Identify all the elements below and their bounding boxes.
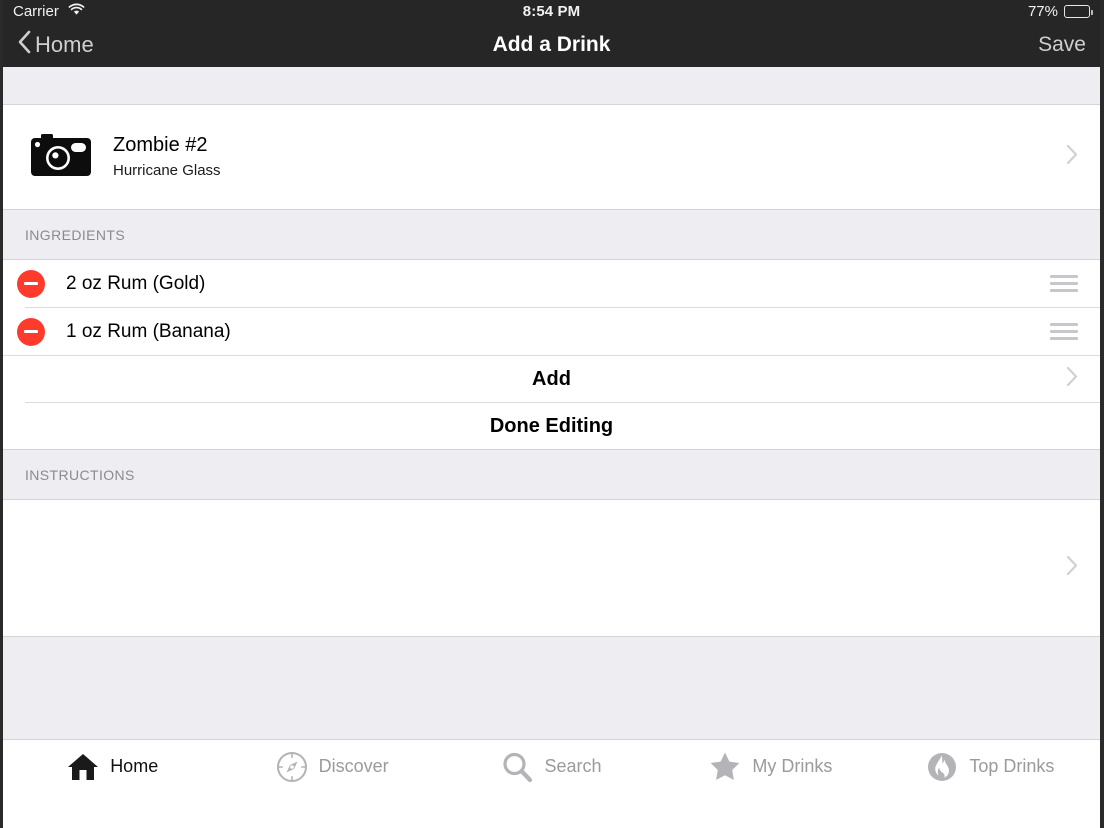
done-editing-button[interactable]: Done Editing: [3, 403, 1100, 449]
tab-home[interactable]: Home: [3, 740, 222, 793]
drink-glass-type: Hurricane Glass: [113, 162, 221, 179]
drink-header-row[interactable]: Zombie #2 Hurricane Glass: [3, 105, 1100, 209]
ingredients-section-header: INGREDIENTS: [3, 209, 1100, 260]
ingredients-section-label: INGREDIENTS: [25, 226, 126, 243]
content-area: Zombie #2 Hurricane Glass INGREDIENTS 2 …: [3, 67, 1100, 740]
chevron-right-icon: [1066, 366, 1078, 392]
status-bar-right: 77%: [1027, 2, 1093, 20]
ingredient-row[interactable]: 1 oz Rum (Banana): [3, 308, 1100, 355]
status-bar: Carrier 8:54 PM 77%: [3, 0, 1100, 22]
star-icon: [709, 751, 741, 782]
chevron-right-icon: [1066, 555, 1078, 581]
tab-discover-label: Discover: [318, 756, 389, 776]
ingredient-row[interactable]: 2 oz Rum (Gold): [3, 260, 1100, 307]
reorder-handle-icon[interactable]: [1050, 275, 1078, 292]
tab-bar: Home Discover Search My Drinks Top Drink…: [3, 740, 1100, 793]
instructions-section-header: INSTRUCTIONS: [3, 449, 1100, 500]
bottom-spacer-band: [3, 637, 1100, 740]
app-screen: Carrier 8:54 PM 77% Home Add a Drink Sav…: [0, 0, 1104, 828]
drink-name: Zombie #2: [113, 134, 208, 156]
tab-top-drinks-label: Top Drinks: [969, 756, 1055, 776]
compass-icon: [276, 751, 308, 783]
ingredient-label: 2 oz Rum (Gold): [66, 272, 206, 294]
search-icon: [501, 751, 533, 783]
minus-circle-icon[interactable]: [17, 317, 45, 346]
tab-my-drinks-label: My Drinks: [752, 756, 833, 776]
add-ingredient-button[interactable]: Add: [3, 356, 1100, 402]
chevron-right-icon: [1066, 144, 1078, 170]
reorder-handle-icon[interactable]: [1050, 323, 1078, 340]
chevron-left-icon: [17, 30, 31, 60]
tab-my-drinks[interactable]: My Drinks: [661, 740, 880, 793]
minus-circle-icon[interactable]: [17, 269, 45, 298]
navigation-bar: Home Add a Drink Save: [3, 22, 1100, 67]
carrier-label: Carrier: [13, 2, 59, 20]
home-icon: [67, 752, 99, 781]
status-bar-time: 8:54 PM: [522, 2, 581, 20]
save-button[interactable]: Save: [1038, 33, 1086, 57]
ingredient-label: 1 oz Rum (Banana): [66, 320, 231, 342]
tab-search[interactable]: Search: [442, 740, 661, 793]
instructions-field[interactable]: [3, 500, 1100, 637]
wifi-icon: [68, 3, 85, 20]
flame-icon: [926, 751, 958, 783]
camera-icon[interactable]: [31, 132, 91, 183]
top-spacer-band: [3, 67, 1100, 105]
drink-text-group: Zombie #2 Hurricane Glass: [113, 133, 1066, 181]
instructions-section-label: INSTRUCTIONS: [25, 466, 135, 483]
battery-percent-label: 77%: [1027, 2, 1058, 20]
back-button[interactable]: Home: [17, 30, 94, 60]
tab-discover[interactable]: Discover: [222, 740, 441, 793]
tab-home-label: Home: [110, 756, 159, 776]
page-title: Add a Drink: [492, 32, 611, 56]
tab-top-drinks[interactable]: Top Drinks: [881, 740, 1100, 793]
battery-icon: [1064, 4, 1093, 18]
done-editing-label: Done Editing: [489, 414, 614, 437]
status-bar-left: Carrier: [13, 3, 85, 20]
back-button-label: Home: [35, 31, 94, 57]
tab-search-label: Search: [544, 756, 602, 776]
add-ingredient-label: Add: [532, 367, 571, 390]
